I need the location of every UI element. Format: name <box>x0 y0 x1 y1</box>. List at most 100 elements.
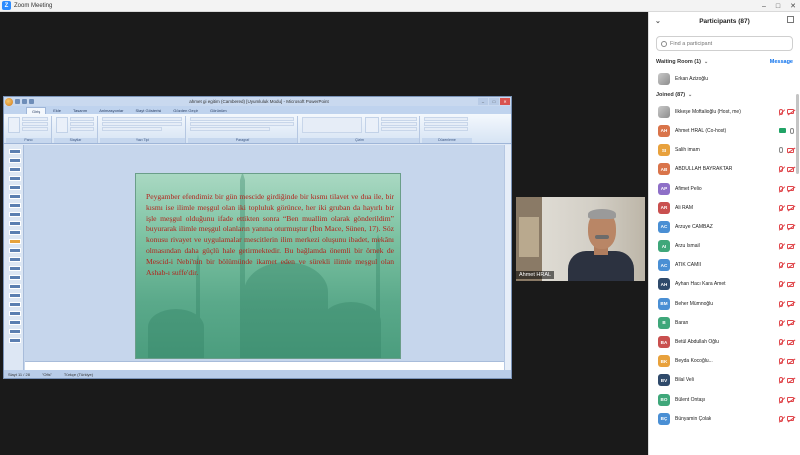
participant-search[interactable] <box>656 36 793 51</box>
avatar: BO <box>658 393 670 406</box>
waiting-room-header[interactable]: Waiting Room (1) ⌄ Message <box>649 55 800 69</box>
participant-status-icons <box>779 358 794 365</box>
ppt-document-title: ahmet gi egitim (Cambered) [Uyumluluk Mo… <box>189 99 329 104</box>
quick-access-toolbar <box>15 99 34 104</box>
participant-row[interactable]: BO Bülent Ontaşı <box>649 390 800 409</box>
participant-row[interactable]: BÇ Bünyamin Çolak <box>649 409 800 428</box>
mic-muted-icon[interactable] <box>779 415 783 422</box>
slide-body-text: Peygamber efendimiz bir gün mescide gird… <box>146 192 394 277</box>
participants-header: ⌄ Participants (87) <box>649 12 800 30</box>
camera-off-icon[interactable] <box>787 397 794 403</box>
minimize-button[interactable]: – <box>762 3 766 10</box>
zoom-logo-icon: Z <box>2 1 11 10</box>
camera-icon[interactable] <box>779 128 786 134</box>
participant-row[interactable]: AP Afimet Pelio <box>649 179 800 198</box>
participant-status-icons <box>779 127 794 134</box>
mic-muted-icon[interactable] <box>779 319 783 326</box>
participant-name: Baran <box>675 319 689 326</box>
mic-muted-icon[interactable] <box>779 281 783 288</box>
ppt-tab-view: Görünüm <box>209 108 227 113</box>
participant-row[interactable]: AH Ayhan Hacı Kara Amet <box>649 275 800 294</box>
mic-muted-icon[interactable] <box>779 339 783 346</box>
waiting-participant-row[interactable]: Erkan Azizoğlu <box>649 69 800 88</box>
participant-name: Arzuye CAMBAZ <box>675 223 713 230</box>
participant-name: Bilal Veli <box>675 377 694 384</box>
mic-muted-icon[interactable] <box>779 204 783 211</box>
avatar: AC <box>658 220 670 233</box>
video-tile[interactable]: Ahmet HRAL <box>516 197 645 281</box>
camera-off-icon[interactable] <box>787 205 794 211</box>
mic-muted-icon[interactable] <box>779 377 783 384</box>
ppt-tab-home: Giriş <box>26 107 47 114</box>
participant-row[interactable]: SI Salih imam <box>649 141 800 160</box>
participant-status-icons <box>779 377 794 384</box>
camera-off-icon[interactable] <box>787 147 794 153</box>
powerpoint-window: ahmet gi egitim (Cambered) [Uyumluluk Mo… <box>3 96 512 379</box>
camera-off-icon[interactable] <box>787 339 794 345</box>
camera-off-icon[interactable] <box>787 224 794 230</box>
mic-muted-icon[interactable] <box>779 166 783 173</box>
mic-muted-icon[interactable] <box>779 262 783 269</box>
participant-row[interactable]: İlkkeşe Moftalioğlu (Host, me) <box>649 102 800 121</box>
ppt-tab-animations: Animasyonlar <box>99 108 124 113</box>
mic-muted-icon[interactable] <box>779 108 783 115</box>
mic-muted-icon[interactable] <box>779 185 783 192</box>
participant-name: Salih imam <box>675 147 700 154</box>
ppt-status-bar: Slayt 11 / 28 "Ofis" Türkçe (Türkiye) <box>4 370 511 378</box>
popout-icon[interactable] <box>787 16 794 23</box>
message-button[interactable]: Message <box>770 59 793 65</box>
window-titlebar: Z Zoom Meeting – □ ✕ <box>0 0 800 12</box>
participant-name: ATİK CAMİİ <box>675 262 702 269</box>
participant-row[interactable]: BK Beyda Kocoğlu... <box>649 352 800 371</box>
participant-row[interactable]: AI Arzu İsmail <box>649 237 800 256</box>
theme-name: "Ofis" <box>41 371 52 377</box>
participant-row[interactable]: AC ATİK CAMİİ <box>649 256 800 275</box>
camera-off-icon[interactable] <box>787 416 794 422</box>
mic-icon[interactable] <box>779 147 783 154</box>
ppt-tab-design: Tasarım <box>73 108 88 113</box>
participant-name: Beher Mümnoğlu <box>675 300 714 307</box>
participant-status-icons <box>779 166 794 173</box>
joined-header[interactable]: Joined (87) ⌄ <box>649 88 800 102</box>
camera-off-icon[interactable] <box>787 301 794 307</box>
maximize-button[interactable]: □ <box>776 3 780 10</box>
ppt-tab-review: Gözden Geçir <box>173 108 198 113</box>
participant-row[interactable]: AR Ali RAM <box>649 198 800 217</box>
camera-off-icon[interactable] <box>787 262 794 268</box>
mic-muted-icon[interactable] <box>779 300 783 307</box>
participant-name: Bülent Ontaşı <box>675 396 706 403</box>
participant-row[interactable]: AC Arzuye CAMBAZ <box>649 217 800 236</box>
mic-muted-icon[interactable] <box>779 223 783 230</box>
camera-off-icon[interactable] <box>787 358 794 364</box>
mic-muted-icon[interactable] <box>779 243 783 250</box>
ppt-titlebar: ahmet gi egitim (Cambered) [Uyumluluk Mo… <box>4 97 511 106</box>
participant-name: Afimet Pelio <box>675 185 702 192</box>
chevron-down-icon[interactable]: ⌄ <box>655 17 661 25</box>
mic-icon[interactable] <box>790 127 794 134</box>
mic-muted-icon[interactable] <box>779 358 783 365</box>
camera-off-icon[interactable] <box>787 186 794 192</box>
camera-off-icon[interactable] <box>787 320 794 326</box>
participant-status-icons <box>779 396 794 403</box>
participant-row[interactable]: BA Betül Abdullah Oğlu <box>649 332 800 351</box>
camera-off-icon[interactable] <box>787 243 794 249</box>
camera-off-icon[interactable] <box>787 166 794 172</box>
avatar: BM <box>658 297 670 310</box>
camera-off-icon[interactable] <box>787 377 794 383</box>
ppt-ribbon-tabs: Giriş Ekle Tasarım Animasyonlar Slayt Gö… <box>4 106 511 114</box>
participant-row[interactable]: BM Beher Mümnoğlu <box>649 294 800 313</box>
participant-row[interactable]: B Baran <box>649 313 800 332</box>
search-input[interactable] <box>670 40 790 47</box>
camera-off-icon[interactable] <box>787 281 794 287</box>
close-button[interactable]: ✕ <box>790 2 796 10</box>
mic-muted-icon[interactable] <box>779 396 783 403</box>
search-icon <box>661 40 667 47</box>
participants-scrollbar[interactable] <box>796 94 799 174</box>
participant-row[interactable]: AH Ahmet HRAL (Co-host) <box>649 121 800 140</box>
avatar: AR <box>658 201 670 214</box>
camera-off-icon[interactable] <box>787 109 794 115</box>
participant-row[interactable]: BV Bilal Veli <box>649 371 800 390</box>
participant-status-icons <box>779 185 794 192</box>
participant-name: Erkan Azizoğlu <box>675 75 709 82</box>
participant-row[interactable]: AB ABDULLAH BAYRAKTAR <box>649 160 800 179</box>
